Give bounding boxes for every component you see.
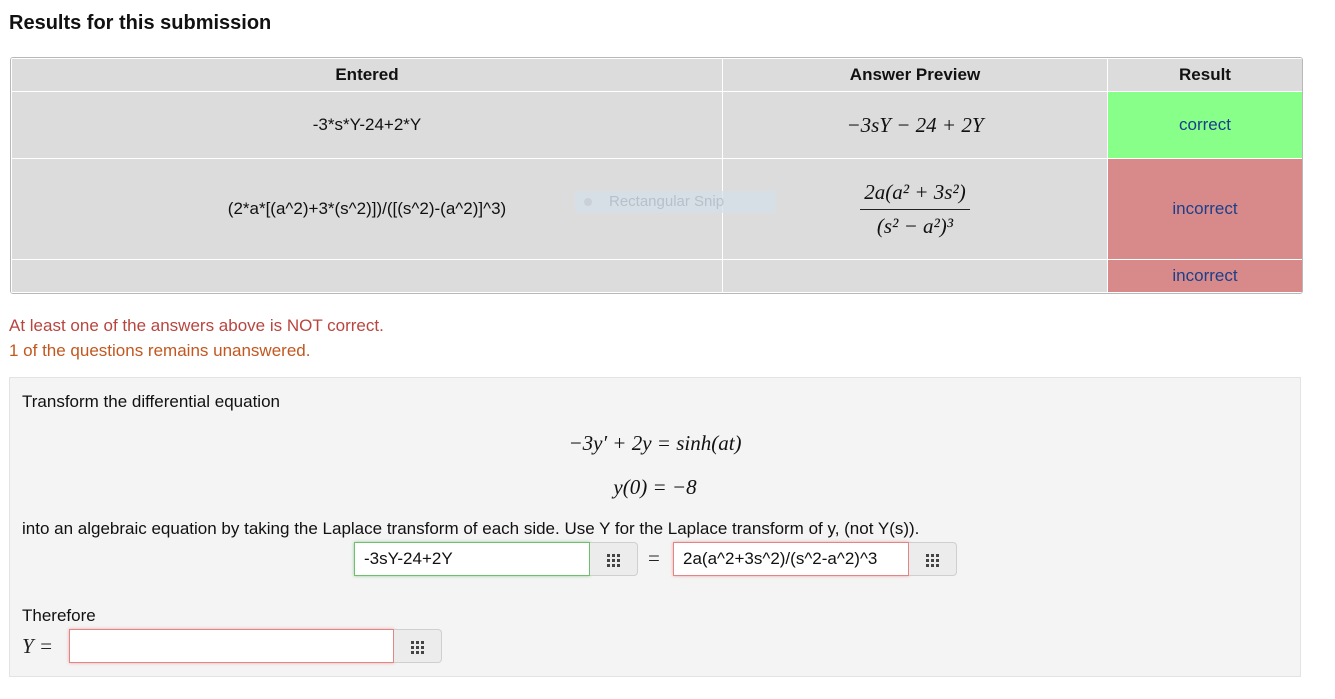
answer-input-y[interactable] — [69, 629, 394, 663]
equation-editor-button[interactable] — [909, 542, 957, 576]
equation-text: −3y′ + 2y = sinh(at) — [568, 431, 742, 455]
preview-math: −3sY − 24 + 2Y — [846, 112, 984, 137]
initial-condition: y(0) = −8 — [10, 475, 1300, 500]
preview-cell: −3sY − 24 + 2Y — [722, 91, 1108, 159]
differential-equation: −3y′ + 2y = sinh(at) — [10, 431, 1300, 456]
equation-editor-button[interactable] — [590, 542, 638, 576]
preview-denominator: (s² − a²)³ — [876, 213, 954, 238]
error-message: At least one of the answers above is NOT… — [9, 316, 384, 335]
grid-icon — [411, 641, 424, 654]
table-row: incorrect — [11, 259, 1302, 293]
header-entered: Entered — [11, 58, 723, 92]
entered-cell — [11, 259, 723, 293]
problem-panel: Transform the differential equation −3y′… — [9, 377, 1301, 677]
preview-cell — [722, 259, 1108, 293]
initial-condition-text: y(0) = −8 — [613, 475, 697, 499]
preview-cell: 2a(a² + 3s²) (s² − a²)³ — [722, 158, 1108, 260]
equals-sign: = — [648, 546, 660, 570]
result-incorrect-badge: incorrect — [1107, 158, 1302, 260]
result-incorrect-badge: incorrect — [1107, 259, 1302, 293]
preview-fraction: 2a(a² + 3s²) (s² − a²)³ — [860, 180, 970, 239]
header-result: Result — [1107, 58, 1302, 92]
rectangular-snip-overlay: Rectangular Snip — [575, 191, 776, 213]
problem-intro: Transform the differential equation — [22, 392, 280, 411]
answer-input-right[interactable]: 2a(a^2+3s^2)/(s^2-a^2)^3 — [673, 542, 909, 576]
grid-icon — [926, 554, 939, 567]
y-equals-label: Y = — [22, 634, 53, 659]
page-title: Results for this submission — [9, 12, 272, 34]
grid-icon — [607, 554, 620, 567]
result-correct-badge: correct — [1107, 91, 1302, 159]
snip-label: Rectangular Snip — [609, 193, 725, 210]
unanswered-message: 1 of the questions remains unanswered. — [9, 341, 311, 360]
problem-instruction: into an algebraic equation by taking the… — [22, 519, 920, 538]
y-equals-text: Y = — [22, 634, 54, 658]
header-answer-preview: Answer Preview — [722, 58, 1108, 92]
table-row: -3*s*Y-24+2*Y −3sY − 24 + 2Y correct — [11, 91, 1302, 159]
record-dot-icon — [584, 198, 592, 206]
results-table: Entered Answer Preview Result -3*s*Y-24+… — [10, 57, 1303, 294]
answer-input-left[interactable]: -3sY-24+2Y — [354, 542, 590, 576]
equation-editor-button[interactable] — [394, 629, 442, 663]
entered-cell: -3*s*Y-24+2*Y — [11, 91, 723, 159]
preview-numerator: 2a(a² + 3s²) — [860, 180, 970, 210]
therefore-label: Therefore — [22, 606, 96, 625]
